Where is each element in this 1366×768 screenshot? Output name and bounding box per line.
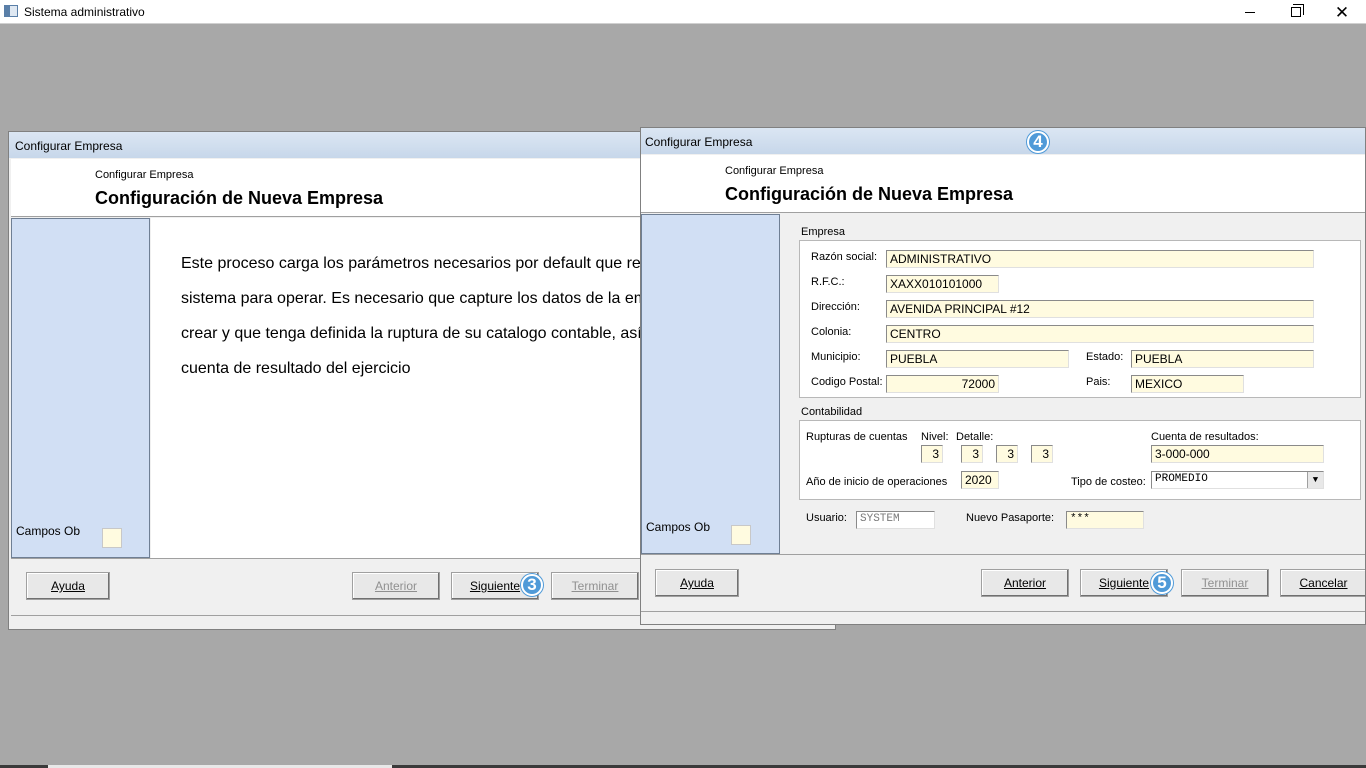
detalle-label: Detalle: bbox=[956, 431, 994, 443]
cancelar-label: Cancelar bbox=[1299, 576, 1348, 590]
step-badge: 3 bbox=[521, 574, 543, 596]
municipio-input[interactable]: PUEBLA bbox=[886, 350, 1069, 368]
razon-social-input[interactable]: ADMINISTRATIVO bbox=[886, 250, 1314, 268]
intro-line: cuenta de resultado del ejercicio bbox=[181, 360, 411, 377]
estado-label: Estado: bbox=[1086, 351, 1124, 363]
intro-paragraph: Este proceso carga los parámetros necesa… bbox=[181, 246, 663, 386]
direccion-input[interactable]: AVENIDA PRINCIPAL #12 bbox=[886, 300, 1314, 318]
required-fields-label: Campos Obligatorios bbox=[16, 524, 80, 538]
side-panel: Campos Obligatorios bbox=[11, 218, 150, 558]
step-badge: 4 bbox=[1027, 131, 1049, 153]
intro-line: crear y que tenga definida la ruptura de… bbox=[181, 325, 664, 342]
tipo-costeo-select[interactable]: PROMEDIO ▼ bbox=[1151, 471, 1324, 489]
pasaporte-label: Nuevo Pasaporte: bbox=[966, 512, 1055, 524]
siguiente-label: Siguiente bbox=[469, 579, 521, 593]
pais-input[interactable]: MEXICO bbox=[1131, 375, 1244, 393]
header-title: Configuración de Nueva Empresa bbox=[95, 188, 384, 208]
terminar-button[interactable]: Terminar bbox=[551, 572, 639, 600]
app-titlebar: Sistema administrativo ✕ bbox=[0, 0, 1366, 24]
rfc-input[interactable]: XAXX010101000 bbox=[886, 275, 999, 293]
dialog-title: Configurar Empresa bbox=[645, 135, 753, 149]
colonia-label: Colonia: bbox=[811, 326, 852, 338]
ayuda-button[interactable]: Ayuda bbox=[26, 572, 110, 600]
terminar-label: Terminar bbox=[1201, 576, 1249, 590]
close-button[interactable]: ✕ bbox=[1319, 0, 1365, 24]
ayuda-button[interactable]: Ayuda bbox=[655, 569, 739, 597]
estado-input[interactable]: PUEBLA bbox=[1131, 350, 1314, 368]
pais-label: Pais: bbox=[1086, 376, 1111, 388]
close-icon: ✕ bbox=[1334, 2, 1350, 22]
ayuda-label: Ayuda bbox=[51, 579, 85, 593]
anio-inicio-input[interactable]: 2020 bbox=[961, 471, 999, 489]
header-subtitle: Configurar Empresa bbox=[725, 165, 824, 177]
colonia-input[interactable]: CENTRO bbox=[886, 325, 1314, 343]
app-window-icon bbox=[4, 5, 18, 17]
pasaporte-input[interactable]: *** bbox=[1066, 511, 1144, 529]
cancelar-button[interactable]: Cancelar bbox=[1280, 569, 1365, 597]
anterior-button[interactable]: Anterior bbox=[352, 572, 440, 600]
anio-inicio-label: Año de inicio de operaciones bbox=[806, 476, 948, 488]
required-fields-swatch bbox=[102, 528, 122, 548]
anterior-label: Anterior bbox=[1003, 576, 1047, 590]
detalle-input-3[interactable]: 3 bbox=[1031, 445, 1053, 463]
intro-line: sistema para operar. Es necesario que ca… bbox=[181, 290, 656, 307]
required-fields-label: Campos Obligatorios bbox=[646, 520, 710, 534]
terminar-button[interactable]: Terminar bbox=[1181, 569, 1269, 597]
side-panel: Campos Obligatorios bbox=[641, 214, 780, 554]
dialog-titlebar: Configurar Empresa bbox=[641, 128, 1365, 154]
intro-line: Este proceso carga los parámetros necesa… bbox=[181, 255, 650, 272]
dialog-configurar-empresa-form: Configurar Empresa 4 Configurar Empresa … bbox=[640, 127, 1366, 625]
detalle-input-2[interactable]: 3 bbox=[996, 445, 1018, 463]
terminar-label: Terminar bbox=[571, 579, 619, 593]
codigo-postal-label: Codigo Postal: bbox=[811, 376, 883, 388]
usuario-input[interactable]: SYSTEM bbox=[856, 511, 935, 529]
step-badge: 5 bbox=[1151, 572, 1173, 594]
anterior-button[interactable]: Anterior bbox=[981, 569, 1069, 597]
empresa-group-label: Empresa bbox=[801, 226, 846, 238]
rupturas-label: Rupturas de cuentas bbox=[806, 431, 908, 443]
codigo-postal-input[interactable]: 72000 bbox=[886, 375, 999, 393]
minimize-icon bbox=[1245, 11, 1255, 13]
cuenta-resultados-input[interactable]: 3-000-000 bbox=[1151, 445, 1324, 463]
ayuda-label: Ayuda bbox=[680, 576, 714, 590]
direccion-label: Dirección: bbox=[811, 301, 860, 313]
header-title: Configuración de Nueva Empresa bbox=[725, 184, 1014, 204]
siguiente-label: Siguiente bbox=[1098, 576, 1150, 590]
form-area: Empresa Razón social: ADMINISTRATIVO R.F… bbox=[781, 214, 1365, 554]
required-fields-swatch bbox=[731, 525, 751, 545]
dialog-title: Configurar Empresa bbox=[15, 139, 123, 153]
contabilidad-group-label: Contabilidad bbox=[801, 406, 863, 418]
anterior-label: Anterior bbox=[374, 579, 418, 593]
app-title: Sistema administrativo bbox=[24, 5, 145, 19]
detalle-input-1[interactable]: 3 bbox=[961, 445, 983, 463]
restore-icon bbox=[1291, 4, 1304, 17]
header-subtitle: Configurar Empresa bbox=[95, 169, 194, 181]
cuenta-resultados-label: Cuenta de resultados: bbox=[1151, 431, 1259, 443]
nivel-label: Nivel: bbox=[921, 431, 949, 443]
dialog-header: Configurar Empresa Configuración de Nuev… bbox=[641, 155, 1365, 213]
rfc-label: R.F.C.: bbox=[811, 276, 845, 288]
chevron-down-icon[interactable]: ▼ bbox=[1307, 472, 1323, 488]
municipio-label: Municipio: bbox=[811, 351, 861, 363]
razon-social-label: Razón social: bbox=[811, 251, 878, 263]
minimize-button[interactable] bbox=[1227, 0, 1273, 24]
tipo-costeo-value: PROMEDIO bbox=[1155, 473, 1208, 485]
restore-button[interactable] bbox=[1273, 0, 1319, 24]
tipo-costeo-label: Tipo de costeo: bbox=[1071, 476, 1146, 488]
usuario-label: Usuario: bbox=[806, 512, 847, 524]
nivel-input[interactable]: 3 bbox=[921, 445, 943, 463]
